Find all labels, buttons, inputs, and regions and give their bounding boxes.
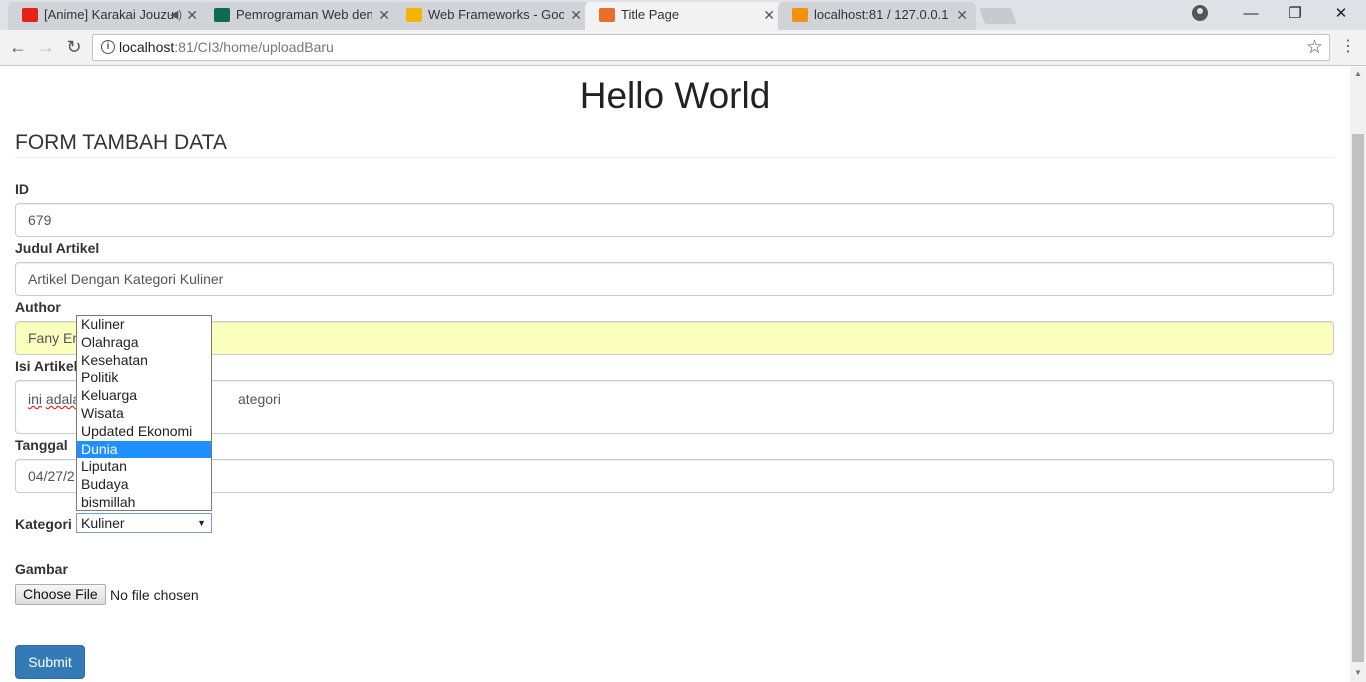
menu-icon[interactable]: ⋮: [1340, 36, 1356, 56]
judul-label: Judul Artikel: [15, 240, 100, 256]
kategori-option[interactable]: Kesehatan: [77, 352, 211, 370]
isi-text-word: ini: [28, 391, 43, 407]
kategori-option[interactable]: bismillah: [77, 494, 211, 512]
kategori-selected-value: Kuliner: [81, 515, 125, 531]
tab-title: [Anime] Karakai Jouzu: [44, 7, 175, 22]
tab-title: Title Page: [621, 7, 680, 22]
tab-title: localhost:81 / 127.0.0.1 /: [814, 7, 950, 22]
minimize-button[interactable]: —: [1228, 0, 1274, 30]
new-tab-button[interactable]: [979, 8, 1017, 24]
kategori-label: Kategori: [15, 516, 72, 532]
id-input[interactable]: 679: [15, 203, 1334, 237]
tab-title: Pemrograman Web deng: [236, 7, 372, 22]
browser-tab-pemrograman[interactable]: Pemrograman Web deng ✕: [200, 2, 398, 30]
submit-button[interactable]: Submit: [15, 645, 85, 679]
judul-input[interactable]: Artikel Dengan Kategori Kuliner: [15, 262, 1334, 296]
kategori-option[interactable]: Politik: [77, 369, 211, 387]
kategori-dropdown-list: Kuliner Olahraga Kesehatan Politik Kelua…: [76, 315, 212, 511]
kategori-option[interactable]: Kuliner: [77, 316, 211, 334]
page-heading: Hello World: [579, 75, 771, 116]
back-icon[interactable]: ←: [6, 35, 30, 59]
scroll-up-icon[interactable]: ▲: [1350, 67, 1366, 81]
xampp-icon: [599, 8, 615, 22]
tab-title: Web Frameworks - Goog: [428, 7, 564, 22]
youtube-icon: [22, 8, 38, 22]
isi-label: Isi Artikel: [15, 358, 78, 374]
form-title: FORM TAMBAH DATA: [15, 131, 227, 154]
author-input[interactable]: Fany Er: [15, 321, 1334, 355]
phpmyadmin-icon: [792, 8, 808, 22]
browser-tab-phpmyadmin[interactable]: localhost:81 / 127.0.0.1 / ✕: [778, 2, 976, 30]
gambar-label: Gambar: [15, 561, 68, 577]
scroll-down-icon[interactable]: ▼: [1350, 666, 1366, 680]
url-text: localhost:81/CI3/home/uploadBaru: [119, 39, 334, 55]
kategori-option-highlighted[interactable]: Dunia: [77, 440, 211, 459]
browser-tab-anime[interactable]: [Anime] Karakai Jouzu ◀) ✕: [8, 2, 206, 30]
browser-toolbar: ← → ↻ i localhost:81/CI3/home/uploadBaru…: [0, 30, 1366, 66]
browser-tab-web-frameworks[interactable]: Web Frameworks - Goog ✕: [392, 2, 590, 30]
scrollbar-thumb[interactable]: [1352, 134, 1364, 662]
close-tab-icon[interactable]: ✕: [186, 2, 198, 28]
isi-text-tail: ategori: [238, 391, 281, 407]
address-bar[interactable]: i localhost:81/CI3/home/uploadBaru ☆: [92, 34, 1330, 61]
classroom-icon: [214, 8, 230, 22]
info-icon[interactable]: i: [101, 40, 115, 54]
browser-tab-title-page[interactable]: Title Page ✕: [585, 2, 783, 30]
kategori-option[interactable]: Updated Ekonomi: [77, 423, 211, 441]
kategori-select[interactable]: Kuliner ▼: [76, 513, 212, 533]
kategori-option[interactable]: Liputan: [77, 458, 211, 476]
isi-textarea[interactable]: ini adala ategori: [15, 380, 1334, 434]
dropdown-caret-icon: ▼: [197, 518, 206, 528]
slides-icon: [406, 8, 422, 22]
bookmark-star-icon[interactable]: ☆: [1306, 36, 1323, 59]
kategori-option[interactable]: Keluarga: [77, 387, 211, 405]
close-window-button[interactable]: ✕: [1318, 0, 1364, 30]
browser-tabstrip: [Anime] Karakai Jouzu ◀) ✕ Pemrograman W…: [0, 0, 1366, 30]
page-viewport: Hello World FORM TAMBAH DATA ID 679 Judu…: [0, 67, 1350, 682]
file-status-text: No file chosen: [110, 587, 199, 603]
kategori-option[interactable]: Budaya: [77, 476, 211, 494]
kategori-option[interactable]: Olahraga: [77, 334, 211, 352]
profile-icon[interactable]: [1192, 5, 1208, 21]
author-label: Author: [15, 299, 61, 315]
restore-button[interactable]: ❐: [1272, 0, 1318, 30]
speaker-icon[interactable]: ◀): [170, 2, 182, 28]
id-label: ID: [15, 181, 29, 197]
forward-icon[interactable]: →: [34, 35, 58, 59]
choose-file-button[interactable]: Choose File: [15, 584, 106, 605]
close-tab-icon[interactable]: ✕: [956, 2, 968, 28]
divider: [15, 157, 1334, 158]
close-tab-icon[interactable]: ✕: [378, 2, 390, 28]
kategori-option[interactable]: Wisata: [77, 405, 211, 423]
close-tab-icon[interactable]: ✕: [763, 2, 775, 28]
close-tab-icon[interactable]: ✕: [570, 2, 582, 28]
tanggal-label: Tanggal: [15, 437, 68, 453]
tanggal-input[interactable]: 04/27/2: [15, 459, 1334, 493]
reload-icon[interactable]: ↻: [62, 35, 86, 59]
